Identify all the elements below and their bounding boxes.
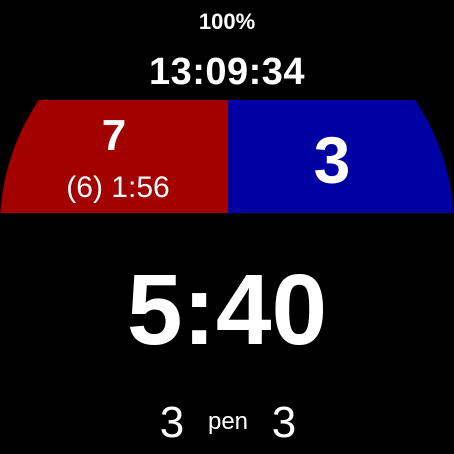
time-of-day: 13:09:34 [148,51,306,93]
home-team-panel[interactable]: 7 (6) 1:56 [0,100,228,213]
battery-level: 100% [198,9,256,34]
score-band: 7 (6) 1:56 3 [0,100,454,213]
home-penalty-timer: (6) 1:56 [66,171,170,204]
away-team-panel[interactable]: 3 [228,100,454,213]
home-score: 7 [101,111,127,160]
penalty-label: pen [207,408,249,435]
away-score: 3 [313,123,351,197]
away-penalty-count[interactable]: 3 [258,396,310,450]
game-clock[interactable]: 5:40 [0,254,454,366]
home-penalty-count[interactable]: 3 [148,396,196,450]
penalty-count-row: 3 pen 3 [0,396,454,450]
watch-screen: 100% 13:09:34 7 (6) 1:56 3 5:40 3 pen 3 [0,0,454,454]
